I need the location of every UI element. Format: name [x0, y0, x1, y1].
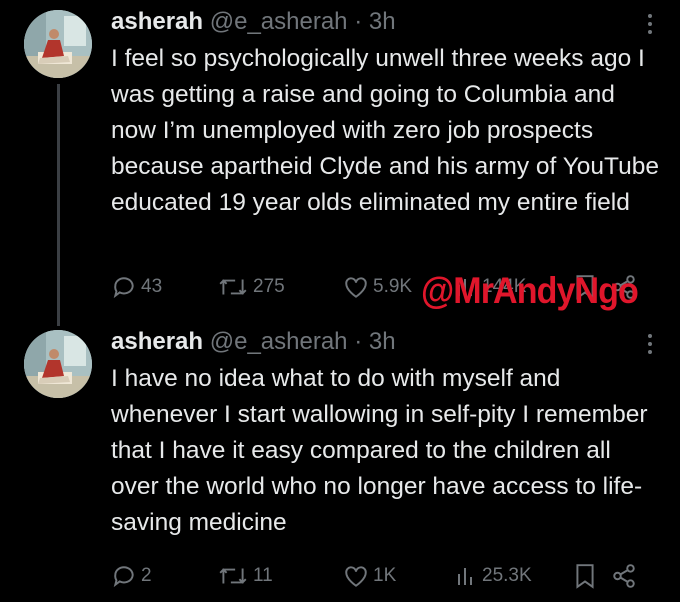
more-icon[interactable] — [646, 14, 654, 38]
thread-line — [57, 84, 60, 326]
like-icon — [345, 566, 367, 587]
user-handle[interactable]: @e_asherah — [210, 8, 348, 35]
action-bar: 2 11 1K 25.3K — [111, 561, 660, 591]
share-button[interactable] — [611, 561, 637, 591]
reply-button[interactable]: 43 — [111, 272, 162, 302]
watermark-text: @MrAndyNgo — [421, 270, 639, 311]
like-count: 1K — [373, 565, 397, 586]
like-button[interactable]: 1K — [343, 561, 396, 591]
timestamp[interactable]: 3h — [369, 8, 396, 35]
tweet[interactable]: asherah @e_asherah · 3h I have no idea w… — [0, 320, 680, 602]
repost-icon — [219, 568, 247, 584]
reply-button[interactable]: 2 — [111, 561, 152, 591]
repost-button[interactable]: 11 — [217, 561, 273, 591]
repost-icon — [219, 279, 247, 295]
share-icon — [613, 564, 635, 588]
tweet-text: I feel so psychologically unwell three w… — [111, 45, 659, 216]
like-button[interactable]: 5.9K — [343, 272, 412, 302]
tweet[interactable]: asherah @e_asherah · 3h I feel so psycho… — [0, 0, 680, 326]
views-button[interactable]: 25.3K — [456, 561, 532, 591]
repost-button[interactable]: 275 — [217, 272, 285, 302]
like-icon — [345, 277, 367, 298]
tweet-header: asherah @e_asherah · 3h — [111, 328, 396, 356]
display-name[interactable]: asherah — [111, 8, 203, 35]
reply-icon — [113, 566, 134, 588]
views-icon — [458, 568, 472, 585]
reply-icon — [113, 277, 134, 299]
repost-count: 11 — [253, 565, 273, 586]
views-count: 25.3K — [482, 565, 532, 586]
avatar[interactable] — [24, 10, 92, 78]
separator: · — [354, 328, 363, 355]
tweet-text: I have no idea what to do with myself an… — [111, 365, 648, 536]
timestamp[interactable]: 3h — [369, 328, 396, 355]
avatar[interactable] — [24, 330, 92, 398]
bookmark-icon — [576, 564, 594, 589]
user-handle[interactable]: @e_asherah — [210, 328, 348, 355]
tweet-header: asherah @e_asherah · 3h — [111, 8, 396, 36]
display-name[interactable]: asherah — [111, 328, 203, 355]
like-count: 5.9K — [373, 276, 413, 297]
repost-count: 275 — [253, 276, 285, 297]
reply-count: 43 — [141, 276, 163, 297]
reply-count: 2 — [141, 565, 152, 586]
bookmark-button[interactable] — [574, 561, 596, 591]
separator: · — [354, 8, 363, 35]
more-icon[interactable] — [646, 334, 654, 358]
